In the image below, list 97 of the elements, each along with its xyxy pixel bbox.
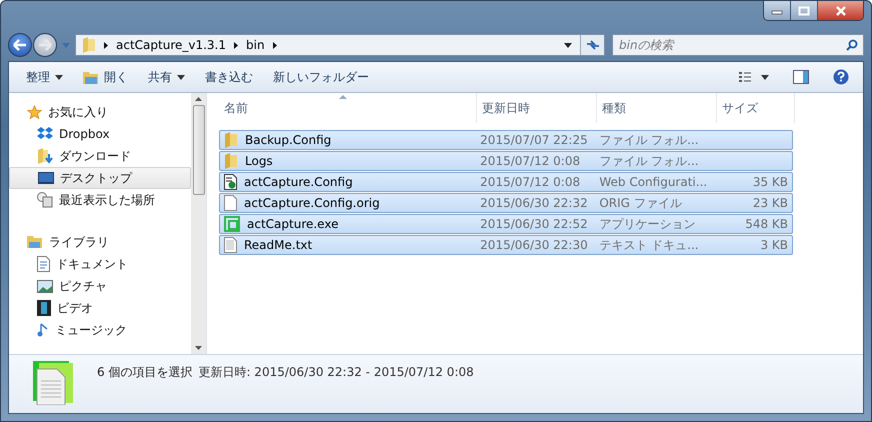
- type-cell-text: テキスト ドキュ...: [598, 236, 700, 254]
- star-icon: [27, 104, 42, 120]
- dropdown-icon[interactable]: [564, 42, 572, 48]
- file-name: actCapture.exe: [247, 217, 338, 231]
- scroll-up-icon[interactable]: [195, 97, 202, 101]
- arrow-right-icon: [38, 39, 52, 51]
- scroll-down-icon[interactable]: [195, 346, 202, 350]
- size-cell-text: 548 KB: [744, 217, 790, 231]
- date-cell-text: 2015/07/07 22:25: [479, 133, 589, 147]
- caret-icon: [177, 74, 185, 80]
- size-cell-text: 35 KB: [752, 175, 790, 189]
- file-name: Logs: [245, 154, 273, 168]
- list-view-icon: [739, 71, 769, 83]
- sidebar-item[interactable]: ビデオ: [9, 297, 191, 319]
- chevron-icon[interactable]: [272, 42, 277, 48]
- toolbar-button[interactable]: 書き込む: [198, 64, 260, 90]
- type-cell-text: Web Configurati...: [598, 175, 708, 189]
- file-name: actCapture.Config: [244, 175, 353, 189]
- application-icon: [224, 216, 240, 232]
- date-cell-text: 2015/06/30 22:30: [479, 238, 589, 252]
- refresh-arrows-icon: [586, 40, 600, 50]
- document-icon: [37, 256, 50, 272]
- refresh-button[interactable]: [580, 35, 604, 55]
- size-cell-text: 3 KB: [759, 238, 790, 252]
- arrow-left-icon: [13, 39, 27, 51]
- search-field[interactable]: binの検索: [612, 34, 864, 56]
- close-icon: [834, 6, 846, 16]
- folder-icon: [82, 37, 96, 53]
- monitor-icon: [38, 172, 54, 184]
- file-row[interactable]: actCapture.Config.orig 2015/06/30 22:32 ORIG ファイル 23 KB: [219, 193, 793, 213]
- file-row[interactable]: actCapture.exe 2015/06/30 22:52 アプリケーション 548 KB: [219, 214, 793, 234]
- multiple-files-icon: [31, 359, 75, 405]
- back-button[interactable]: [8, 33, 32, 57]
- box-icon: [37, 127, 53, 141]
- column-header[interactable]: サイズ: [717, 93, 795, 123]
- modified-range: 更新日時: 2015/06/30 22:32 - 2015/07/12 0:08: [198, 364, 474, 381]
- type-cell-text: ファイル フォル...: [598, 152, 700, 170]
- sidebar-item[interactable]: デスクトップ: [9, 167, 191, 189]
- date-cell-text: 2015/06/30 22:52: [479, 217, 589, 231]
- column-header[interactable]: 更新日時: [477, 93, 597, 123]
- column-header[interactable]: 名前: [219, 93, 477, 123]
- date-cell-text: 2015/07/12 0:08: [479, 154, 582, 168]
- folder-icon: [224, 132, 238, 148]
- toolbar-button[interactable]: 共有: [141, 64, 192, 90]
- breadcrumb[interactable]: bin: [246, 38, 265, 52]
- column-header[interactable]: 種類: [597, 93, 717, 123]
- sidebar-item[interactable]: ピクチャ: [9, 275, 191, 297]
- file-name: actCapture.Config.orig: [244, 196, 380, 210]
- toolbar-button[interactable]: 開く: [76, 64, 135, 90]
- chevron-icon[interactable]: [234, 42, 238, 48]
- picture-icon: [37, 280, 53, 292]
- pane-icon: [793, 70, 809, 84]
- selection-count: 6 個の項目を選択: [97, 364, 192, 381]
- maximize-button[interactable]: [791, 1, 818, 20]
- sort-up-icon: [339, 95, 347, 99]
- file-row[interactable]: Logs 2015/07/12 0:08 ファイル フォル...: [219, 151, 793, 171]
- sidebar-item[interactable]: 最近表示した場所: [9, 189, 191, 211]
- file-row[interactable]: actCapture.Config 2015/07/12 0:08 Web Configurati... 35 KB: [219, 172, 793, 192]
- search-icon: [846, 39, 858, 51]
- file-icon: [224, 195, 237, 211]
- music-note-icon: [37, 323, 49, 337]
- sidebar-item[interactable]: Dropbox: [9, 123, 191, 145]
- sidebar-item[interactable]: ミュージック: [9, 319, 191, 341]
- close-button[interactable]: [818, 1, 863, 20]
- date-cell-text: 2015/06/30 22:32: [479, 196, 589, 210]
- file-name: Backup.Config: [245, 133, 332, 147]
- film-icon: [37, 300, 51, 316]
- toolbar-button[interactable]: 新しいフォルダー: [266, 64, 376, 90]
- chevron-icon[interactable]: [104, 42, 108, 48]
- forward-button[interactable]: [33, 33, 57, 57]
- caret-icon: [55, 74, 63, 80]
- toolbar-button[interactable]: 整理: [19, 64, 70, 90]
- help-icon: [833, 69, 849, 85]
- folder-icon: [224, 153, 238, 169]
- folder-icon: [83, 70, 99, 84]
- sidebar-group[interactable]: お気に入り: [9, 101, 191, 123]
- file-row[interactable]: Backup.Config 2015/07/07 22:25 ファイル フォル...: [219, 130, 793, 150]
- sidebar-item[interactable]: ダウンロード: [9, 145, 191, 167]
- sidebar-item[interactable]: ドキュメント: [9, 253, 191, 275]
- minimize-button[interactable]: [764, 1, 791, 20]
- scrollbar[interactable]: [191, 93, 206, 354]
- file-name: ReadMe.txt: [244, 238, 312, 252]
- type-cell-text: アプリケーション: [598, 216, 696, 232]
- type-cell-text: ファイル フォル...: [598, 132, 700, 148]
- text-file-icon: [224, 237, 237, 253]
- maximize-icon: [798, 6, 810, 16]
- download-folder-icon: [37, 148, 53, 164]
- date-cell-text: 2015/07/12 0:08: [479, 175, 582, 189]
- recent-places-icon: [37, 192, 53, 208]
- config-file-icon: [224, 174, 237, 190]
- library-folder-icon: [27, 235, 43, 249]
- address-bar[interactable]: actCapture_v1.3.1 bin: [75, 34, 605, 56]
- type-cell-text: ORIG ファイル: [598, 194, 683, 212]
- breadcrumb[interactable]: actCapture_v1.3.1: [116, 38, 226, 52]
- file-row[interactable]: ReadMe.txt 2015/06/30 22:30 テキスト ドキュ... 3 KB: [219, 235, 793, 255]
- sidebar-group[interactable]: ライブラリ: [9, 231, 191, 253]
- size-cell-text: 23 KB: [752, 196, 790, 210]
